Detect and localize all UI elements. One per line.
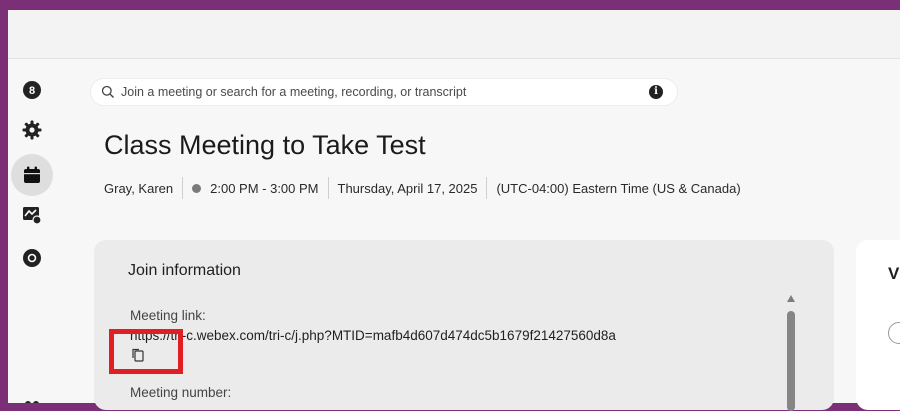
meeting-link[interactable]: https://tri-c.webex.com/tri-c/j.php?MTID… bbox=[130, 328, 616, 343]
scrollbar[interactable] bbox=[784, 295, 798, 411]
search-bar[interactable]: Join a meeting or search for a meeting, … bbox=[90, 78, 678, 106]
side-card: V bbox=[856, 240, 900, 410]
scroll-up-icon[interactable] bbox=[787, 295, 795, 302]
host-name: Gray, Karen bbox=[104, 180, 174, 196]
side-card-heading: V bbox=[888, 264, 900, 283]
side-card-circle-icon[interactable] bbox=[888, 322, 900, 344]
meeting-title: Class Meeting to Take Test bbox=[104, 130, 426, 160]
copy-button-highlight bbox=[109, 329, 183, 374]
join-info-heading: Join information bbox=[128, 262, 241, 279]
status-dot-icon bbox=[192, 183, 202, 193]
divider bbox=[486, 177, 488, 199]
meeting-timezone: (UTC-04:00) Eastern Time (US & Canada) bbox=[496, 180, 741, 196]
gear-icon[interactable] bbox=[21, 119, 43, 141]
contacts-icon[interactable]: 8 bbox=[21, 79, 43, 101]
whiteboard-icon[interactable] bbox=[21, 204, 43, 226]
divider bbox=[327, 177, 329, 199]
meeting-details: Gray, Karen 2:00 PM - 3:00 PM Thursday, … bbox=[104, 177, 741, 199]
more-icon[interactable] bbox=[21, 389, 43, 403]
record-icon[interactable] bbox=[21, 247, 43, 269]
meeting-number-label: Meeting number: bbox=[130, 385, 232, 400]
title-bar bbox=[8, 10, 900, 59]
svg-text:8: 8 bbox=[29, 85, 35, 97]
sidebar: 8 bbox=[8, 59, 60, 403]
join-info-card: Join information Meeting link: https://t… bbox=[94, 240, 834, 410]
meeting-link-label: Meeting link: bbox=[130, 308, 206, 323]
search-icon bbox=[101, 85, 115, 104]
meeting-time: 2:00 PM - 3:00 PM bbox=[210, 180, 319, 196]
meeting-date: Thursday, April 17, 2025 bbox=[337, 180, 478, 196]
info-icon[interactable]: i bbox=[649, 85, 663, 99]
divider bbox=[182, 177, 184, 199]
search-input[interactable]: Join a meeting or search for a meeting, … bbox=[121, 85, 466, 99]
scroll-thumb[interactable] bbox=[787, 311, 795, 411]
calendar-icon[interactable] bbox=[21, 164, 43, 186]
